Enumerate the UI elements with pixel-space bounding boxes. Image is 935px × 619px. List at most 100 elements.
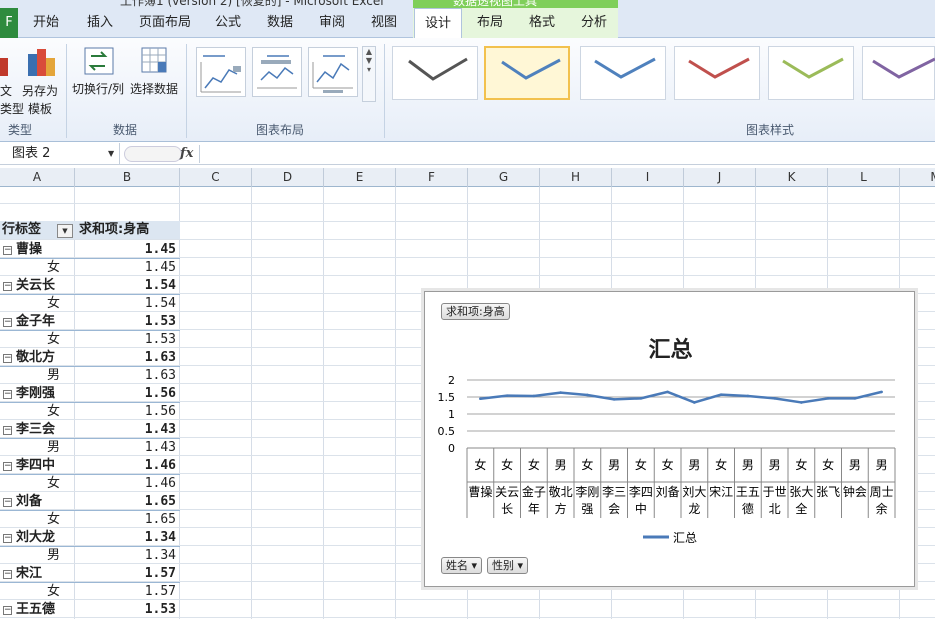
tab-format[interactable]: 格式 (518, 8, 566, 38)
category-sex-label: 女 (662, 457, 674, 472)
chart-style-3[interactable] (580, 46, 666, 100)
row-label-filter-icon[interactable]: ▼ (57, 224, 73, 238)
pivot-row-name[interactable]: 关云长 (0, 277, 74, 295)
tab-page-layout[interactable]: 页面布局 (132, 8, 198, 38)
column-header-h[interactable]: H (540, 168, 612, 187)
pivot-row-value[interactable]: 1.43 (75, 439, 179, 457)
pivot-row-total[interactable]: 1.46 (75, 457, 179, 475)
pivot-row-name[interactable]: 王五德 (0, 601, 74, 619)
tab-data[interactable]: 数据 (258, 8, 302, 38)
chart-style-2[interactable] (484, 46, 570, 100)
pivot-row-sex[interactable]: 男 (0, 547, 74, 565)
pivot-row-value[interactable]: 1.46 (75, 475, 179, 493)
pivot-row-name[interactable]: 李四中 (0, 457, 74, 475)
select-data-button[interactable]: 选择数据 (128, 46, 182, 102)
category-sex-label: 男 (555, 458, 567, 472)
pivot-row-sex[interactable]: 男 (0, 439, 74, 457)
column-header-d[interactable]: D (252, 168, 324, 187)
pivot-row-sex[interactable]: 女 (0, 331, 74, 349)
axis-field-button-sex[interactable]: 性别 ▾ (487, 557, 529, 574)
style-line-icon (688, 57, 750, 79)
column-header-a[interactable]: A (0, 168, 75, 187)
y-tick-label: 1.5 (438, 391, 456, 404)
axis-field-button-name[interactable]: 姓名 ▾ (441, 557, 483, 574)
pivot-row-sex[interactable]: 女 (0, 403, 74, 421)
column-header-k[interactable]: K (756, 168, 828, 187)
column-header-e[interactable]: E (324, 168, 396, 187)
pivot-row-name[interactable]: 刘备 (0, 493, 74, 511)
file-tab[interactable]: F (0, 8, 18, 38)
pivot-row-total[interactable]: 1.54 (75, 277, 179, 295)
pivot-row-total[interactable]: 1.34 (75, 529, 179, 547)
chart-layout-3[interactable] (308, 47, 358, 97)
tab-insert[interactable]: 插入 (78, 8, 122, 38)
chart-layout-1[interactable] (196, 47, 246, 97)
save-as-template-button[interactable]: 另存为 模板 (20, 46, 62, 116)
pivot-row-sex[interactable]: 女 (0, 259, 74, 277)
switch-row-column-button[interactable]: 切换行/列 (70, 46, 128, 102)
data-point (559, 391, 562, 394)
column-header-f[interactable]: F (396, 168, 468, 187)
data-point (505, 394, 509, 397)
column-header-b[interactable]: B (75, 168, 180, 187)
name-box[interactable]: 图表 2 (0, 143, 120, 165)
chart-style-1[interactable] (392, 46, 478, 100)
chart-style-5[interactable] (768, 46, 854, 100)
tab-design[interactable]: 设计 (414, 8, 462, 39)
pivot-row-sex[interactable]: 女 (0, 511, 74, 529)
pivot-row-sex[interactable]: 女 (0, 583, 74, 601)
pivot-row-name[interactable]: 李三会 (0, 421, 74, 439)
pivot-row-sex[interactable]: 女 (0, 475, 74, 493)
pivot-chart[interactable]: 求和项:身高 汇总 0 0.5 1 1.5 2 女曹操女关云长女金子年男敬北方女李刚强男李… (424, 291, 915, 587)
pivot-row-total[interactable]: 1.43 (75, 421, 179, 439)
pivot-row-name[interactable]: 敬北方 (0, 349, 74, 367)
pivot-row-total[interactable]: 1.45 (75, 241, 179, 259)
tab-layout[interactable]: 布局 (466, 8, 514, 38)
column-header-g[interactable]: G (468, 168, 540, 187)
pivot-row-total[interactable]: 1.57 (75, 565, 179, 583)
pivot-row-sex[interactable]: 男 (0, 367, 74, 385)
tab-formulas[interactable]: 公式 (206, 8, 250, 38)
pivot-row-name[interactable]: 李刚强 (0, 385, 74, 403)
pivot-value-header[interactable]: 求和项:身高 (75, 221, 180, 239)
column-header-c[interactable]: C (180, 168, 252, 187)
pivot-row-value[interactable]: 1.63 (75, 367, 179, 385)
tab-review[interactable]: 审阅 (310, 8, 354, 38)
column-header-l[interactable]: L (828, 168, 900, 187)
pivot-row-total[interactable]: 1.53 (75, 601, 179, 619)
layout-gallery-scroll[interactable]: ▲ ▼ ▾ (362, 46, 376, 102)
pivot-row-total[interactable]: 1.63 (75, 349, 179, 367)
tab-view[interactable]: 视图 (362, 8, 406, 38)
chart-style-6[interactable] (862, 46, 935, 100)
pivot-row-name[interactable]: 宋江 (0, 565, 74, 583)
pivot-row-total[interactable]: 1.65 (75, 493, 179, 511)
column-header-j[interactable]: J (684, 168, 756, 187)
formula-bar-expander[interactable] (124, 146, 182, 162)
tab-home[interactable]: 开始 (24, 8, 68, 38)
chart-plot-area[interactable]: 00.511.52女曹操女关云长女金子年男敬北方女李刚强男李三会女李四中女刘备男… (425, 292, 916, 588)
pivot-row-sex[interactable]: 女 (0, 295, 74, 313)
pivot-row-value[interactable]: 1.53 (75, 331, 179, 349)
pivot-row-value[interactable]: 1.34 (75, 547, 179, 565)
pivot-row-value[interactable]: 1.65 (75, 511, 179, 529)
pivot-row-total[interactable]: 1.56 (75, 385, 179, 403)
pivot-row-total[interactable]: 1.53 (75, 313, 179, 331)
pivot-row-value[interactable]: 1.57 (75, 583, 179, 601)
change-chart-type-button[interactable]: 文 类型 (0, 46, 24, 116)
column-header-i[interactable]: I (612, 168, 684, 187)
pivot-row-name[interactable]: 金子年 (0, 313, 74, 331)
pivot-row-name[interactable]: 刘大龙 (0, 529, 74, 547)
name-box-dropdown-icon[interactable]: ▼ (108, 143, 114, 165)
pivot-row-value[interactable]: 1.54 (75, 295, 179, 313)
insert-function-icon[interactable]: fx (180, 143, 193, 165)
chart-layout-2[interactable] (252, 47, 302, 97)
pivot-row-value[interactable]: 1.56 (75, 403, 179, 421)
pivot-row-name[interactable]: 曹操 (0, 241, 74, 259)
pivot-row-value[interactable]: 1.45 (75, 259, 179, 277)
formula-input[interactable] (202, 145, 932, 163)
category-sex-label: 女 (635, 457, 647, 472)
chart-style-4[interactable] (674, 46, 760, 100)
column-header-m[interactable]: M (900, 168, 935, 187)
tab-analyze[interactable]: 分析 (570, 8, 618, 38)
category-name-label: 钟会 (843, 484, 867, 499)
